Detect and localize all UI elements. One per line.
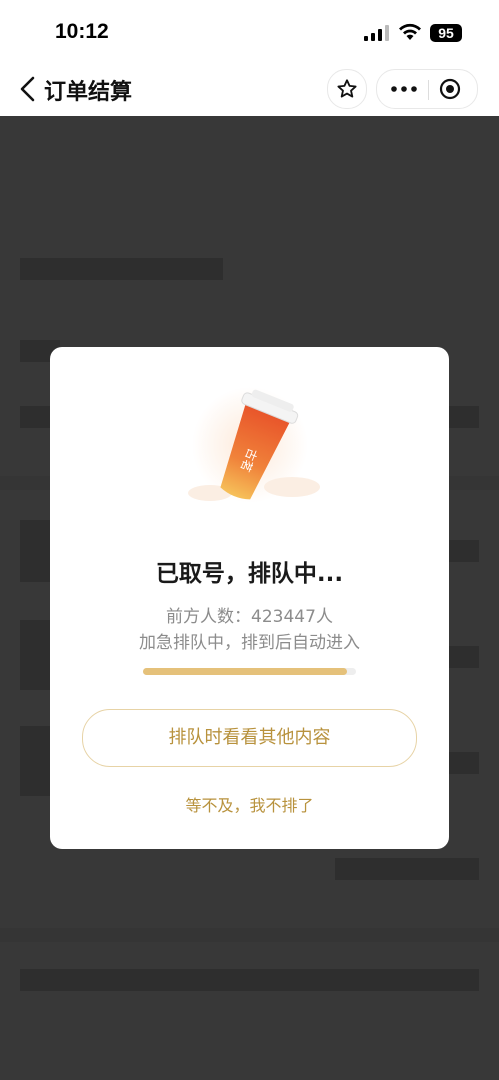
close-target-icon[interactable] [439, 78, 461, 100]
placeholder-bar [20, 969, 479, 991]
placeholder-bar [20, 726, 50, 796]
browse-other-content-button[interactable]: 排队时看看其他内容 [82, 709, 417, 767]
battery-indicator: 95 [430, 24, 462, 42]
mini-program-capsule [376, 69, 478, 109]
placeholder-bar [449, 406, 479, 428]
section-divider [0, 928, 499, 942]
star-icon [337, 79, 357, 98]
placeholder-bar [20, 520, 50, 582]
more-icon[interactable] [391, 86, 417, 92]
placeholder-bar [335, 858, 479, 880]
queue-status-title: 已取号，排队中... [155, 561, 344, 587]
capsule-divider [428, 80, 429, 100]
leave-queue-link[interactable]: 等不及，我不排了 [50, 792, 449, 816]
queue-hint-text: 加急排队中，排到后自动进入 [139, 633, 360, 653]
status-bar: 10:12 95 [0, 0, 499, 62]
page-title: 订单结算 [44, 80, 133, 105]
status-time: 10:12 [55, 20, 109, 43]
tea-cup-illustration: 古茗 [188, 387, 320, 503]
placeholder-bar [449, 540, 479, 562]
back-arrow-icon[interactable] [18, 76, 38, 102]
placeholder-bar [449, 646, 479, 668]
queue-dialog: 古茗 已取号，排队中... 前方人数：423447人 加急排队中，排到后自动进入… [50, 347, 449, 849]
order-checkout-screen: 10:12 95 订单结算 古茗 已取号，排队中... 前方人数：423447人… [0, 0, 499, 1080]
signal-icon [364, 25, 389, 41]
queue-progress-bar [143, 668, 356, 675]
placeholder-bar [449, 752, 479, 774]
placeholder-bar [20, 620, 50, 690]
favorite-button[interactable] [327, 69, 367, 109]
nav-bar: 订单结算 [0, 62, 499, 116]
queue-progress-fill [143, 668, 348, 675]
queue-count-text: 前方人数：423447人 [166, 607, 333, 627]
wifi-icon [399, 23, 421, 40]
placeholder-bar [20, 258, 223, 280]
